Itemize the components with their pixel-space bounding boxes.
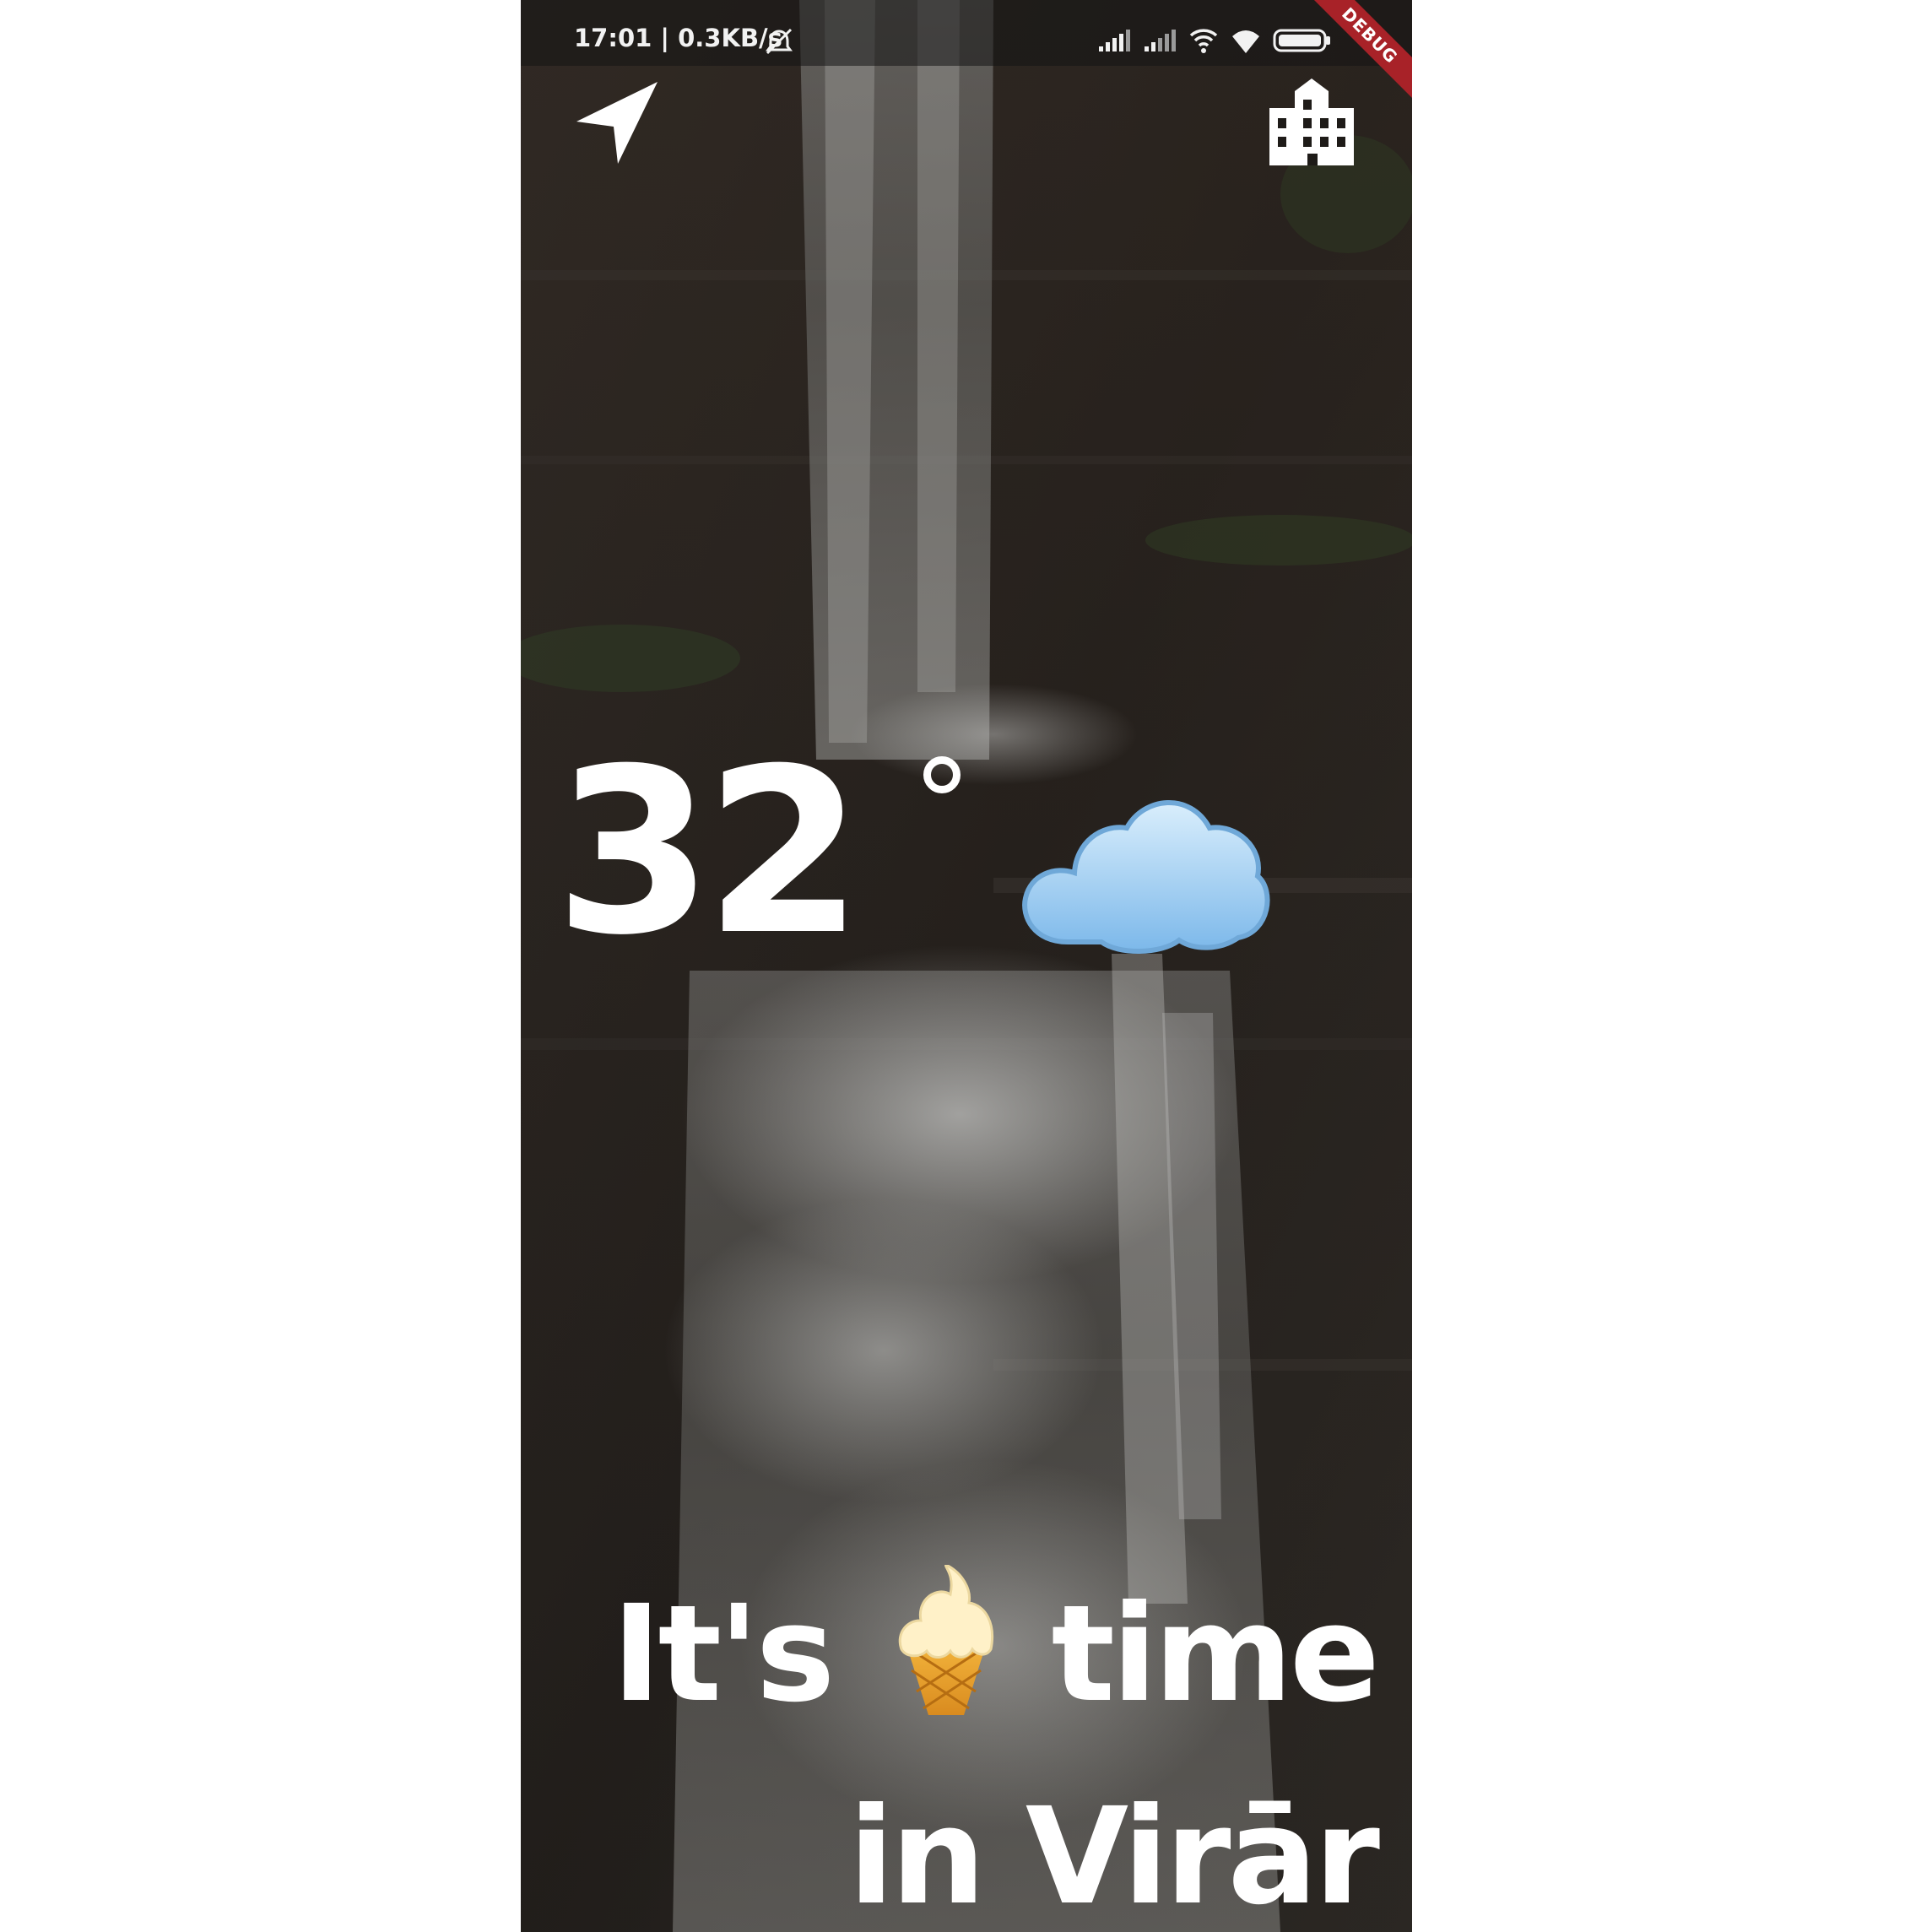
battery-icon — [1273, 29, 1330, 52]
message-line-1: It's time — [533, 1553, 1380, 1756]
city-buildings-icon[interactable] — [1265, 74, 1358, 167]
status-time-speed: 17:01 | 0.3KB/s — [574, 24, 782, 52]
signal-icon — [1099, 30, 1130, 51]
wifi-icon — [1232, 30, 1259, 53]
app-screen: 17:01 | 0.3KB/s DEBUG 32 It's time in Vi… — [521, 0, 1412, 1932]
message-line-2: in Virār — [848, 1779, 1380, 1932]
temperature-value: 32 — [555, 719, 863, 985]
status-bar: 17:01 | 0.3KB/s — [521, 0, 1412, 66]
cloud-icon — [1022, 800, 1270, 954]
alarm-off-icon — [766, 28, 793, 55]
signal-icon — [1145, 30, 1176, 51]
wifi-icon — [1189, 29, 1218, 53]
degree-symbol-icon — [923, 756, 961, 793]
message-prefix: It's — [611, 1577, 836, 1732]
status-icons — [1097, 22, 1332, 59]
message-suffix: time — [1051, 1577, 1380, 1732]
navigation-arrow-icon[interactable] — [573, 78, 666, 170]
weather-message: It's time in Virār — [533, 1553, 1380, 1932]
ice-cream-icon — [898, 1565, 993, 1715]
